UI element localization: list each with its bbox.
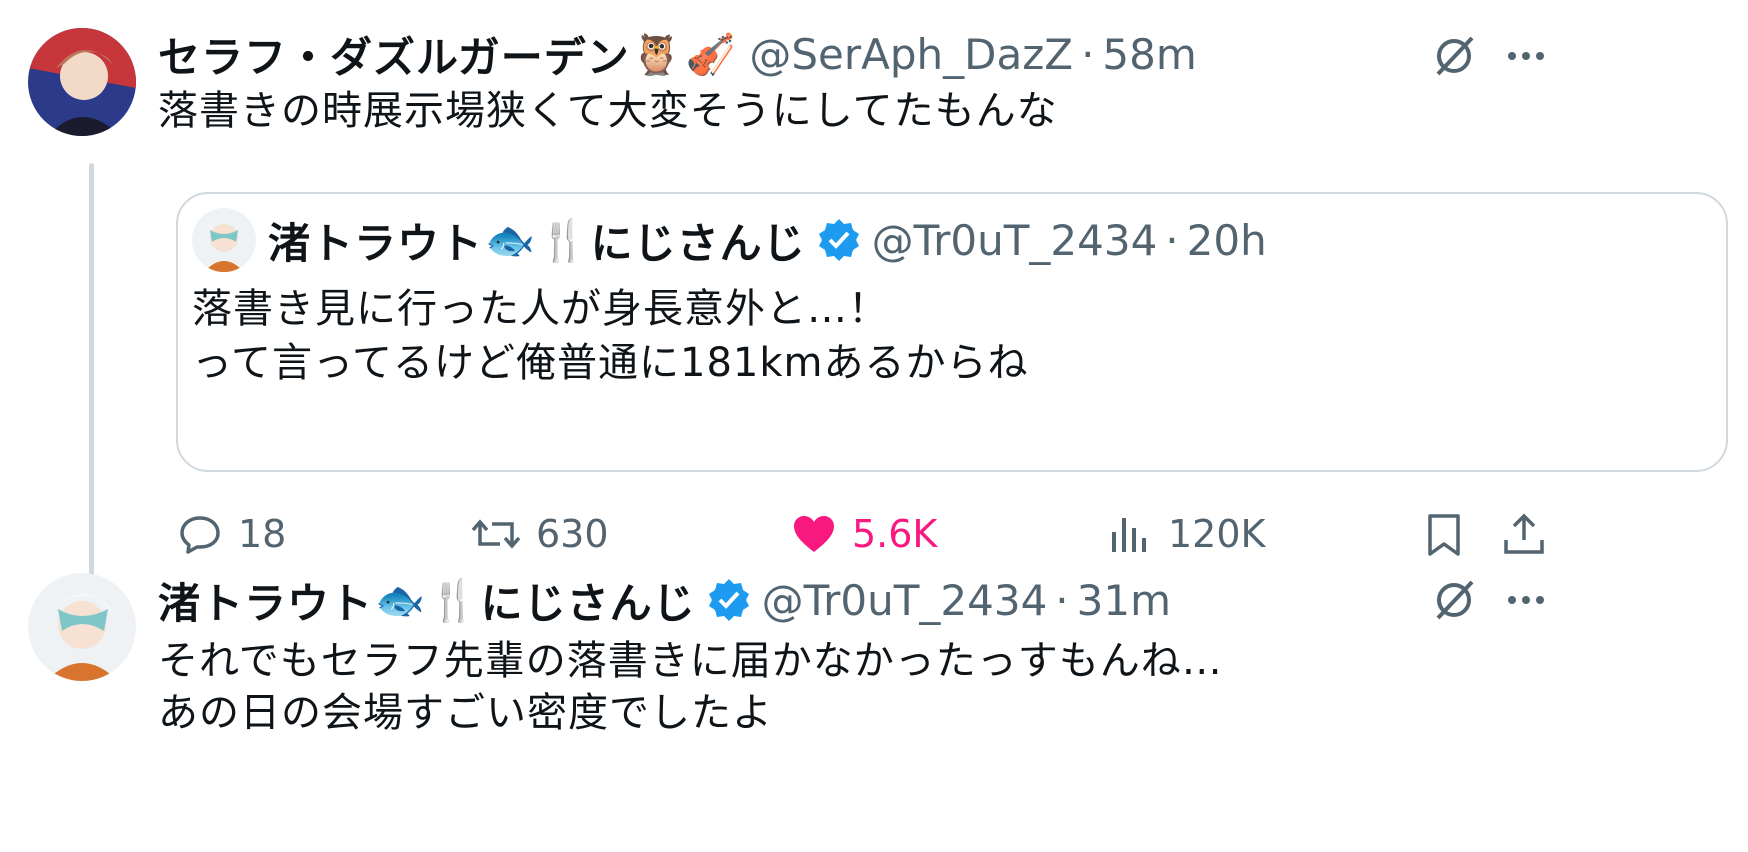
share-icon [1504, 513, 1544, 554]
quoted-time[interactable]: 20h [1187, 216, 1267, 265]
like-icon [794, 516, 834, 552]
like-count: 5.6K [852, 512, 938, 556]
quoted-author-name-part1[interactable]: 渚トラウト [268, 210, 483, 271]
quoted-text-line2: って言ってるけど俺普通に181kmあるからね [192, 340, 1029, 386]
owl-emoji: 🦉 [631, 31, 682, 78]
separator-dot: · [1081, 29, 1095, 79]
quoted-text-line1: 落書き見に行った人が身長意外と…！ [192, 286, 889, 332]
views-icon [1112, 518, 1146, 552]
tweet-time[interactable]: 58m [1102, 30, 1196, 79]
violin-emoji: 🎻 [685, 31, 736, 78]
fish-emoji: 🐟 [485, 217, 535, 264]
grok-icon[interactable] [1430, 32, 1478, 84]
action-bar: 18 630 5.6K 120K [176, 510, 1736, 570]
fork-knife-emoji: 🍴 [538, 217, 589, 264]
reply-icon [180, 516, 220, 554]
share-button[interactable] [1500, 510, 1562, 558]
like-button[interactable]: 5.6K [790, 510, 937, 558]
bookmark-icon [1428, 514, 1460, 556]
more-icon[interactable] [1502, 576, 1550, 628]
grok-icon[interactable] [1430, 576, 1478, 628]
separator-dot: · [1165, 215, 1179, 265]
reply-count: 18 [238, 512, 287, 556]
author-name-part1[interactable]: 渚トラウト [158, 570, 373, 631]
tweet1-text: 落書きの時展示場狭くて大変そうにしてたもんな [158, 88, 1058, 134]
quoted-handle[interactable]: @Tr0uT_2434 [872, 216, 1158, 265]
bookmark-button[interactable] [1420, 510, 1482, 558]
tweet-time[interactable]: 31m [1077, 576, 1171, 625]
separator-dot: · [1055, 575, 1069, 625]
quoted-author-name-part2[interactable]: にじさんじ [591, 210, 806, 271]
more-icon[interactable] [1502, 32, 1550, 84]
repost-icon [471, 519, 521, 549]
views-count: 120K [1168, 512, 1266, 556]
tweet2-header: 渚トラウト 🐟 🍴 にじさんじ @Tr0uT_2434 · 31m [158, 572, 1171, 628]
fork-knife-emoji: 🍴 [428, 577, 479, 624]
fish-emoji: 🐟 [375, 577, 425, 624]
reply-button[interactable]: 18 [176, 510, 286, 558]
author-handle[interactable]: @Tr0uT_2434 [762, 576, 1048, 625]
avatar-seraph[interactable] [28, 28, 136, 136]
avatar-trout[interactable] [28, 573, 136, 681]
avatar-trout-small[interactable] [192, 208, 256, 272]
author-handle[interactable]: @SerAph_DazZ [749, 30, 1073, 79]
repost-count: 630 [536, 512, 609, 556]
thread-line [89, 163, 94, 628]
verified-icon [706, 577, 752, 623]
verified-icon [816, 217, 862, 263]
tweet2-text-line2: あの日の会場すごい密度でしたよ [158, 690, 773, 736]
author-name[interactable]: セラフ・ダズルガーデン [158, 24, 630, 85]
views-button[interactable]: 120K [1106, 510, 1265, 558]
repost-button[interactable]: 630 [470, 510, 609, 558]
tweet2-text-line1: それでもセラフ先輩の落書きに届かなかったっすもんね… [158, 638, 1223, 684]
author-name-part2[interactable]: にじさんじ [481, 570, 696, 631]
quoted-header: 渚トラウト 🐟 🍴 にじさんじ @Tr0uT_2434 · 20h [268, 212, 1267, 268]
tweet1-header: セラフ・ダズルガーデン 🦉 🎻 @SerAph_DazZ · 58m [158, 26, 1197, 82]
